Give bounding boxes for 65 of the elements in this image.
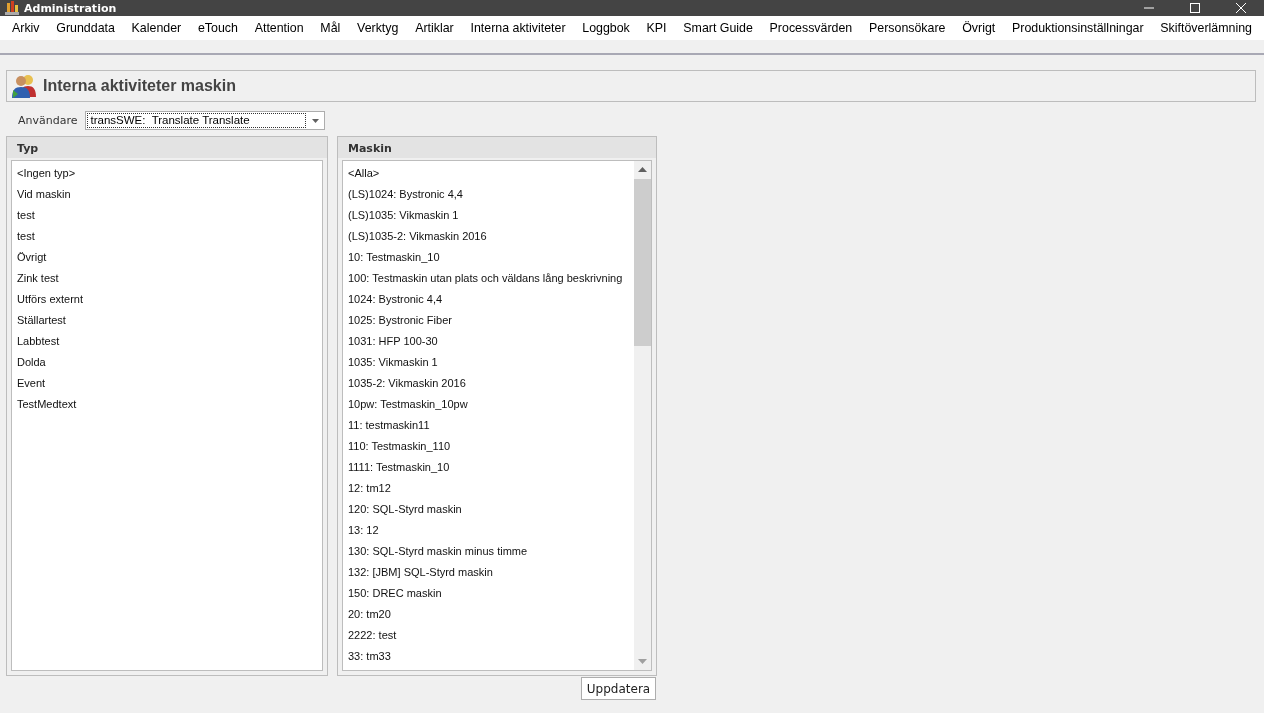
list-item[interactable]: Ställartest	[12, 310, 322, 331]
field-label: Användare	[18, 114, 78, 127]
list-item[interactable]: 10: Testmaskin_10	[343, 247, 634, 268]
list-item[interactable]: 2222: test	[343, 625, 634, 646]
list-item[interactable]: 1035: Vikmaskin 1	[343, 352, 634, 373]
list-item[interactable]: Vid maskin	[12, 184, 322, 205]
scroll-thumb[interactable]	[634, 179, 651, 346]
list-item[interactable]: 132: [JBM] SQL-Styrd maskin	[343, 562, 634, 583]
menu-item[interactable]: Processvärden	[763, 21, 859, 35]
menu-item[interactable]: Skiftöverlämning	[1154, 21, 1258, 35]
scrollbar[interactable]	[634, 161, 651, 670]
menu-item[interactable]: Grunddata	[50, 21, 121, 35]
list-item[interactable]: 12: tm12	[343, 478, 634, 499]
menu-item[interactable]: Smart Guide	[677, 21, 759, 35]
list-item[interactable]: 1024: Bystronic 4,4	[343, 289, 634, 310]
list-item[interactable]: test	[12, 205, 322, 226]
list-item[interactable]: 1031: HFP 100-30	[343, 331, 634, 352]
list-item[interactable]: 120: SQL-Styrd maskin	[343, 499, 634, 520]
list-item[interactable]: 13: 12	[343, 520, 634, 541]
column-header: Maskin	[338, 137, 656, 158]
list-item[interactable]: 10pw: Testmaskin_10pw	[343, 394, 634, 415]
menu-item[interactable]: Loggbok	[576, 21, 636, 35]
list-item[interactable]: (LS)1035: Vikmaskin 1	[343, 205, 634, 226]
list-item[interactable]: Event	[12, 373, 322, 394]
menu-item[interactable]: Kalender	[125, 21, 188, 35]
scroll-up-icon[interactable]	[638, 167, 647, 173]
list-item[interactable]: 110: Testmaskin_110	[343, 436, 634, 457]
column-header: Typ	[7, 137, 327, 158]
user-dropdown[interactable]: transSWE: Translate Translate	[84, 111, 325, 130]
menu-item[interactable]: Interna aktiviteter	[464, 21, 572, 35]
page-title: Interna aktiviteter maskin	[43, 77, 236, 95]
menu-item[interactable]: eTouch	[191, 21, 244, 35]
menu-item[interactable]: KPI	[640, 21, 673, 35]
list-item[interactable]: test	[12, 226, 322, 247]
list-item[interactable]: <Ingen typ>	[12, 163, 322, 184]
list-item[interactable]: Dolda	[12, 352, 322, 373]
list-item[interactable]: 150: DREC maskin	[343, 583, 634, 604]
app-icon	[4, 1, 20, 15]
menu-item[interactable]: Personsökare	[863, 21, 952, 35]
window-title: Administration	[24, 1, 118, 15]
list-item[interactable]: (LS)1035-2: Vikmaskin 2016	[343, 226, 634, 247]
list-item[interactable]: 100: Testmaskin utan plats och väldans lång beskrivning	[343, 268, 634, 289]
menu-item[interactable]: Attention	[248, 21, 310, 35]
menu-item[interactable]: Produktionsinställningar	[1006, 21, 1150, 35]
list-item[interactable]: 1025: Bystronic Fiber	[343, 310, 634, 331]
menu-item[interactable]: Mål	[314, 21, 347, 35]
list-item[interactable]: Utförs externt	[12, 289, 322, 310]
list-item[interactable]: TestMedtext	[12, 394, 322, 415]
menu-item[interactable]: Artiklar	[409, 21, 460, 35]
update-button[interactable]: Uppdatera	[581, 677, 656, 700]
list-item[interactable]: Övrigt	[12, 247, 322, 268]
list-item[interactable]: 20: tm20	[343, 604, 634, 625]
list-item[interactable]: 1035-2: Vikmaskin 2016	[343, 373, 634, 394]
list-item[interactable]: <Alla>	[343, 163, 634, 184]
list-item[interactable]: Labbtest	[12, 331, 322, 352]
menu-item[interactable]: Arkiv	[6, 21, 46, 35]
list-item[interactable]: 130: SQL-Styrd maskin minus timme	[343, 541, 634, 562]
users-icon	[11, 73, 37, 99]
list-item[interactable]: 11: testmaskin11	[343, 415, 634, 436]
list-item[interactable]: 33: tm33	[343, 646, 634, 667]
menu-item[interactable]: Verktyg	[351, 21, 405, 35]
list-item[interactable]: Zink test	[12, 268, 322, 289]
list-item[interactable]: 1111: Testmaskin_10	[343, 457, 634, 478]
menu-item[interactable]: Övrigt	[956, 21, 1002, 35]
list-item[interactable]: (LS)1024: Bystronic 4,4	[343, 184, 634, 205]
